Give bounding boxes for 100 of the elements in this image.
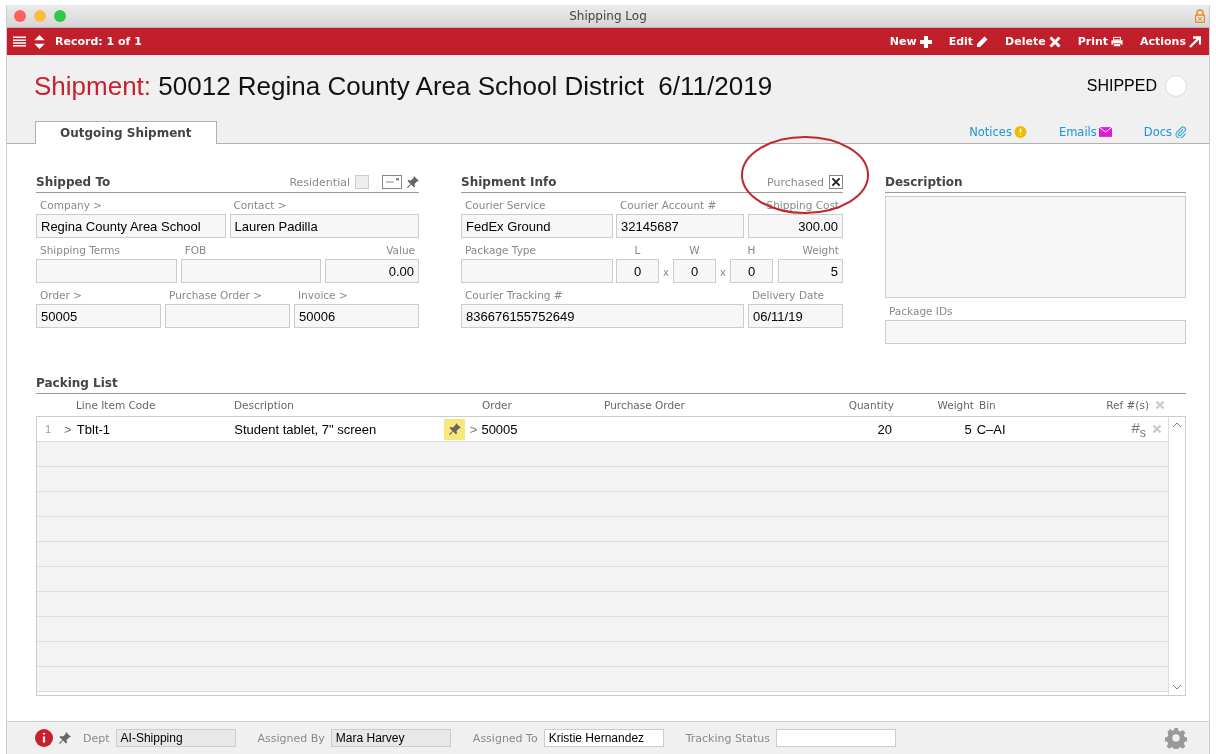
tab[interactable]: Outgoing Shipment	[35, 121, 217, 144]
checkbox-label: Residential	[289, 175, 350, 189]
times-sign: x	[662, 267, 670, 280]
field-label: Purchase Order >	[168, 288, 263, 303]
record-title: Shipment: 50012 Regina County Area School District 6/11/2019	[34, 70, 773, 102]
section-title: Shipped To	[36, 175, 111, 189]
description-field[interactable]	[885, 196, 1186, 298]
arrow-icon	[1189, 35, 1201, 48]
field-label: Tracking Status	[685, 731, 771, 745]
pin-icon[interactable]	[407, 176, 419, 188]
table-row[interactable]	[37, 567, 1168, 592]
field-label: Package Type	[464, 243, 537, 258]
checkbox-label: Purchased	[767, 175, 824, 189]
ref-button[interactable]: #$_{s}$	[1036, 418, 1147, 440]
field-label: L	[633, 243, 642, 258]
input-field[interactable]: Mara Harvey	[330, 729, 451, 747]
field-label: Courier Tracking #	[464, 288, 564, 303]
input-field[interactable]: 300.00	[748, 214, 843, 238]
table-row[interactable]	[37, 592, 1168, 617]
field-label: Order >	[39, 288, 83, 303]
field-label: FOB	[183, 243, 208, 258]
field-label: H	[746, 243, 757, 258]
section-title: Shipment Info	[461, 175, 557, 189]
input-field[interactable]	[885, 320, 1186, 344]
section-title: Packing List	[36, 376, 118, 390]
status-label: SHIPPED	[1086, 77, 1157, 95]
field-label: Assigned To	[472, 731, 538, 745]
input-field[interactable]: 0	[616, 259, 659, 283]
input-field[interactable]	[165, 304, 290, 328]
input-field[interactable]: 5	[778, 259, 843, 283]
column-header: Order	[482, 399, 513, 411]
input-field[interactable]: Lauren Padilla	[229, 214, 419, 238]
table-row[interactable]	[37, 642, 1168, 667]
column-header: Weight	[936, 399, 974, 411]
input-field[interactable]: 0.00	[325, 259, 419, 283]
table-row[interactable]	[37, 517, 1168, 542]
input-field[interactable]: 0	[730, 259, 773, 283]
plus-icon	[919, 35, 932, 48]
input-field[interactable]: AI-Shipping	[115, 729, 236, 747]
input-field[interactable]: 06/11/19	[748, 304, 843, 328]
section-title: Description	[885, 175, 963, 189]
table-cell-text: Tblt-1	[76, 421, 112, 437]
checkbox[interactable]	[355, 175, 369, 189]
table-row[interactable]	[37, 667, 1168, 692]
toolbar-button[interactable]: Print	[1077, 35, 1123, 48]
input-field[interactable]	[461, 259, 613, 283]
input-field[interactable]	[180, 259, 322, 283]
input-field[interactable]: Regina County Area School	[36, 214, 226, 238]
printer-icon	[1111, 35, 1123, 48]
menu-icon[interactable]	[13, 34, 26, 49]
table-row[interactable]	[37, 617, 1168, 642]
up-down-arrows-icon[interactable]	[33, 34, 46, 49]
window-title: Shipping Log	[569, 9, 647, 23]
pin-icon	[448, 423, 461, 435]
input-field[interactable]: FedEx Ground	[461, 214, 613, 238]
delete-icon[interactable]	[1152, 424, 1162, 434]
warning-icon	[1013, 126, 1027, 138]
input-field[interactable]: 50005	[36, 304, 161, 328]
field-label: Value	[385, 243, 416, 258]
input-field[interactable]: 32145687	[616, 214, 744, 238]
table-cell-text: 50005	[481, 421, 519, 437]
lock-icon	[1195, 9, 1205, 23]
field-label: Dept	[83, 731, 110, 745]
input-field[interactable]	[36, 259, 177, 283]
field-label: Courier Service	[464, 198, 547, 213]
table-row[interactable]	[37, 542, 1168, 567]
input-field[interactable]: 50006	[294, 304, 419, 328]
envelope-icon	[1098, 126, 1112, 138]
pin-button[interactable]	[443, 418, 466, 440]
table-cell-text: Student tablet, 7" screen	[234, 421, 378, 437]
toolbar-button[interactable]: Edit	[948, 35, 989, 48]
field-label: Company >	[39, 198, 104, 213]
checkbox[interactable]	[829, 175, 843, 189]
field-label: Assigned By	[257, 731, 325, 745]
chevron[interactable]: >	[58, 421, 77, 437]
settings-icon[interactable]	[1165, 727, 1187, 749]
toolbar-button[interactable]: New	[889, 35, 932, 48]
field-label: Invoice >	[297, 288, 349, 303]
input-field[interactable]	[776, 729, 897, 747]
info-icon[interactable]	[35, 729, 53, 747]
toolbar-button[interactable]: Delete	[1005, 35, 1061, 48]
input-field[interactable]: 0	[673, 259, 716, 283]
input-field[interactable]: 836676155752649	[461, 304, 744, 328]
chevron[interactable]: >	[465, 421, 482, 437]
delete-icon[interactable]	[1155, 400, 1165, 410]
table-row[interactable]	[37, 492, 1168, 517]
input-field[interactable]: Kristie Hernandez	[543, 729, 664, 747]
paperclip-icon	[1174, 126, 1187, 138]
field-label: Delivery Date	[751, 288, 826, 303]
status-toggle[interactable]	[1165, 75, 1187, 97]
address-card-icon[interactable]	[382, 175, 402, 189]
zoom-button[interactable]	[54, 10, 66, 22]
toolbar-button[interactable]: Actions	[1140, 35, 1201, 48]
field-label: Courier Account #	[619, 198, 718, 213]
minimize-button[interactable]	[34, 10, 46, 22]
column-header: Line Item Code	[76, 399, 157, 411]
column-header: Quantity	[847, 399, 894, 411]
table-row[interactable]	[37, 467, 1168, 492]
pin-icon[interactable]	[59, 732, 71, 744]
close-button[interactable]	[14, 10, 26, 22]
